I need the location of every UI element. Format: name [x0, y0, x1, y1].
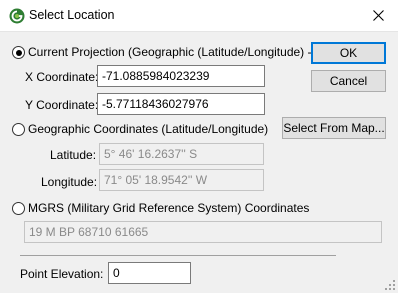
ok-button[interactable]: OK: [311, 42, 386, 64]
mgrs-input[interactable]: [24, 221, 382, 243]
y-coordinate-input[interactable]: [97, 93, 265, 115]
close-button[interactable]: [358, 0, 398, 31]
globe-app-icon: [9, 8, 25, 24]
current-projection-label[interactable]: Current Projection (Geographic (Latitude…: [28, 45, 332, 59]
mgrs-radio[interactable]: [12, 202, 25, 215]
cancel-button[interactable]: Cancel: [311, 70, 386, 92]
title-bar[interactable]: Select Location: [0, 0, 398, 32]
latitude-label: Latitude:: [50, 148, 97, 162]
close-icon: [372, 10, 384, 21]
longitude-label: Longitude:: [41, 175, 98, 189]
x-coordinate-input[interactable]: [97, 65, 265, 87]
geographic-radio[interactable]: [12, 123, 25, 136]
x-coordinate-label: X Coordinate:: [25, 70, 99, 84]
divider: [20, 255, 336, 256]
resize-grip-icon[interactable]: [384, 279, 396, 291]
select-from-map-button[interactable]: Select From Map...: [282, 117, 386, 139]
point-elevation-label: Point Elevation:: [20, 267, 104, 281]
current-projection-radio[interactable]: [12, 46, 25, 59]
geographic-label[interactable]: Geographic Coordinates (Latitude/Longitu…: [28, 122, 268, 136]
mgrs-label[interactable]: MGRS (Military Grid Reference System) Co…: [28, 201, 309, 215]
latitude-input[interactable]: [99, 143, 264, 165]
window-title: Select Location: [29, 8, 115, 22]
point-elevation-input[interactable]: [108, 262, 191, 284]
longitude-input[interactable]: [99, 169, 264, 191]
y-coordinate-label: Y Coordinate:: [25, 98, 99, 112]
